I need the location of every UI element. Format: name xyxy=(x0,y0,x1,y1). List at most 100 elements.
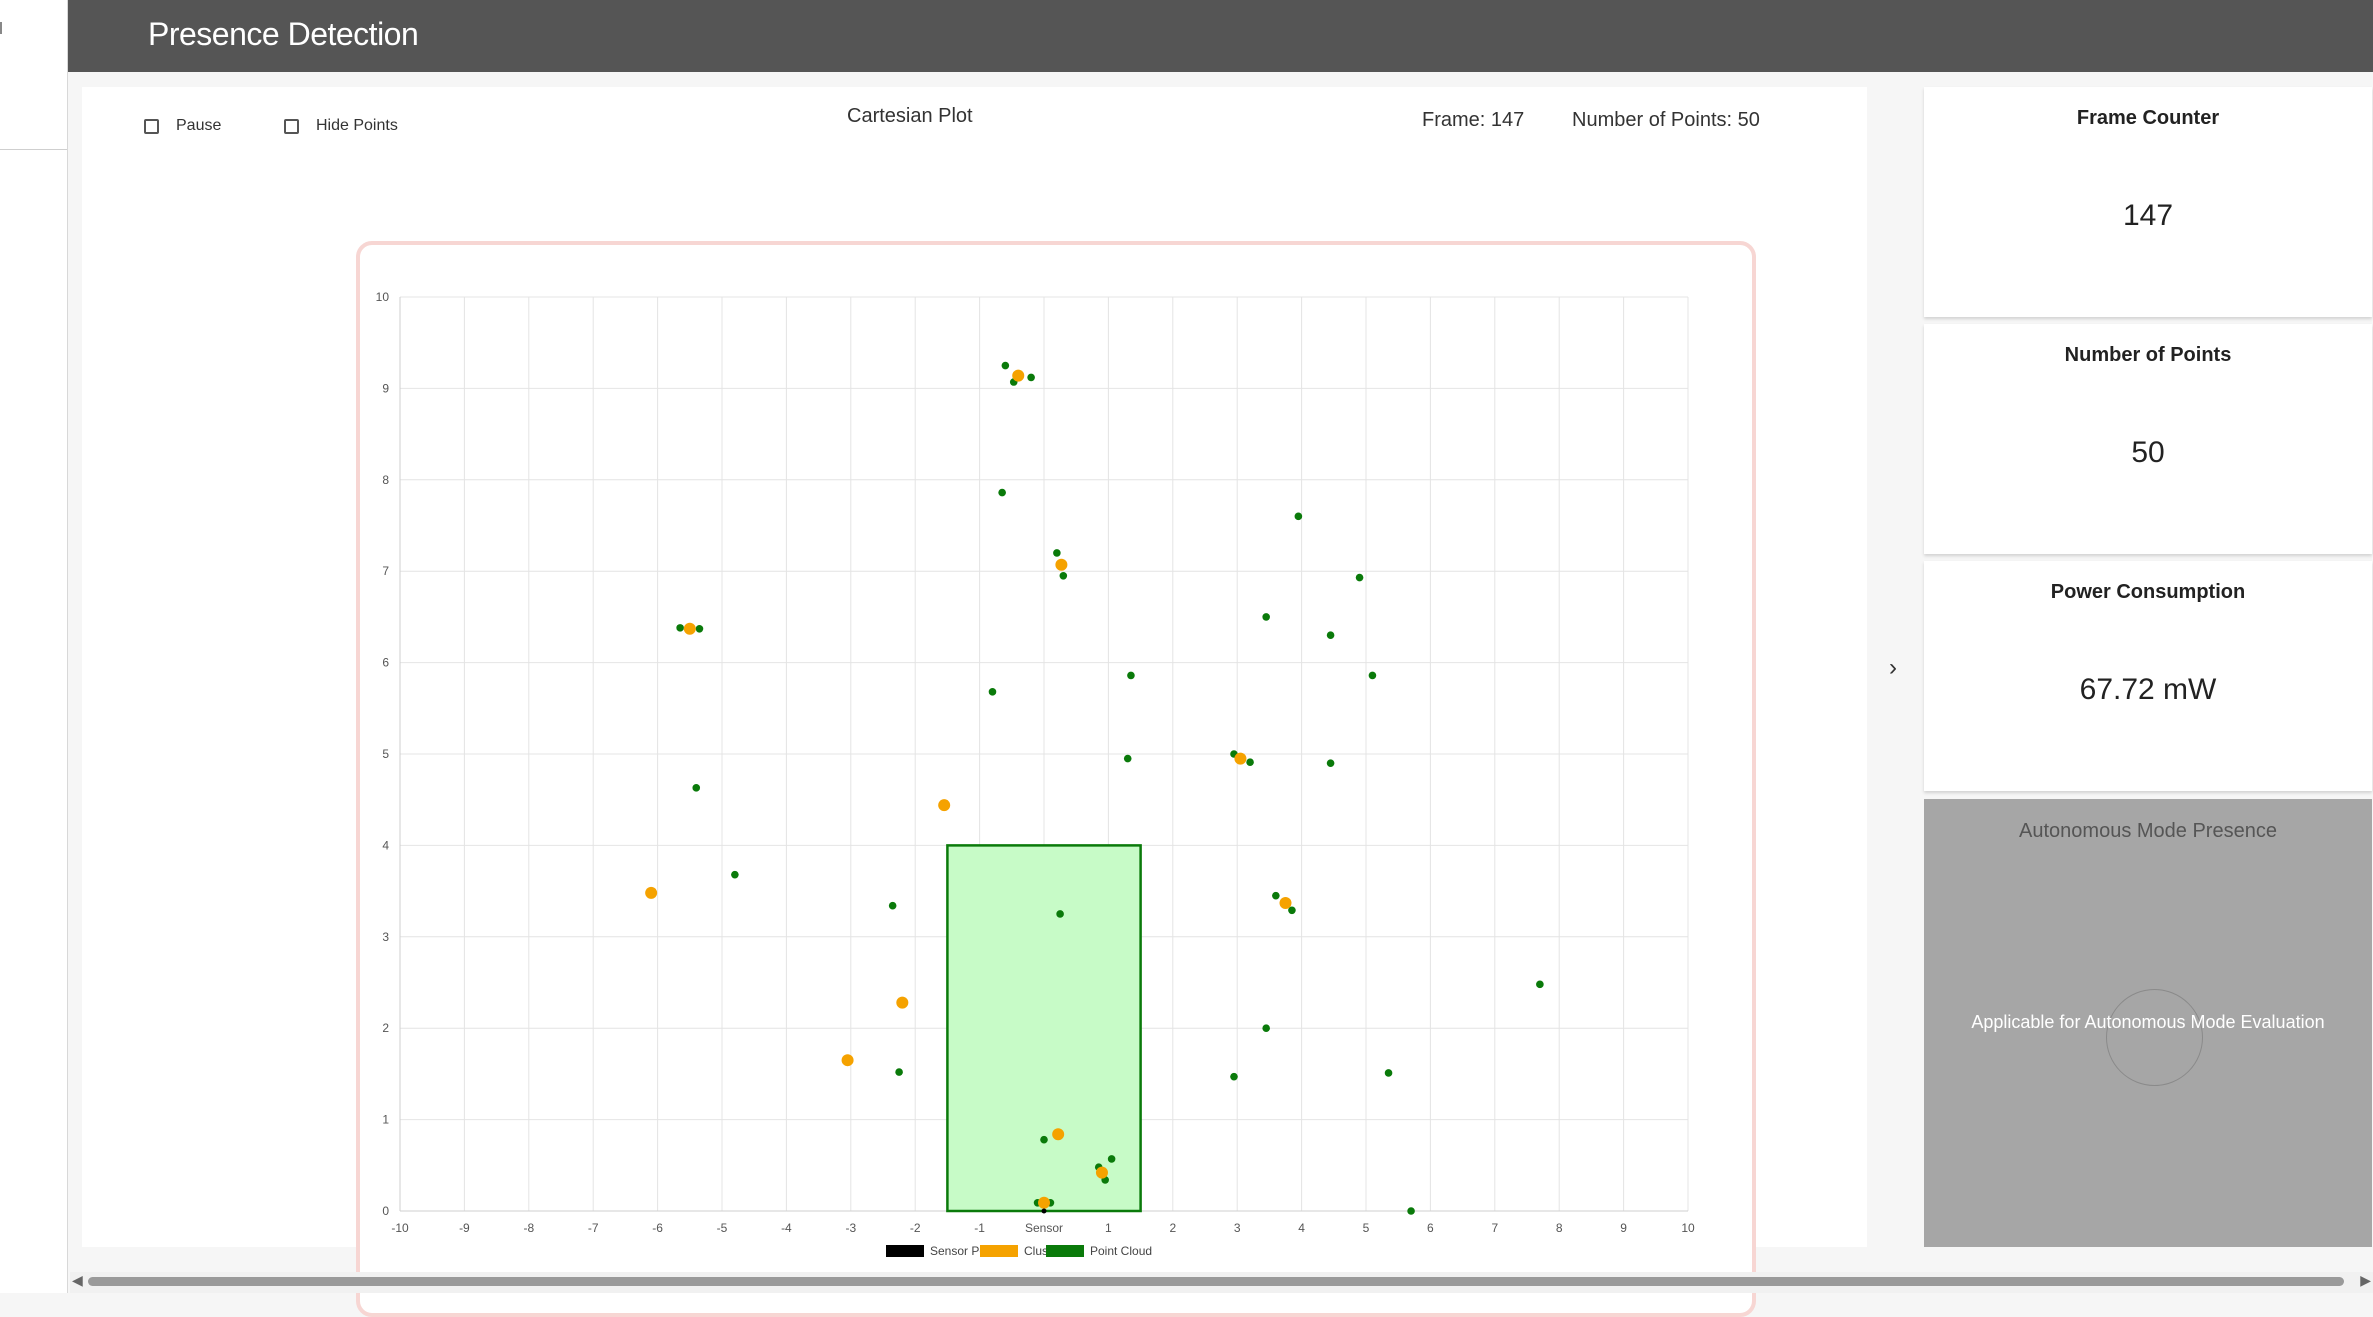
point-cloud-dot xyxy=(888,901,897,910)
y-tick-label: 7 xyxy=(382,564,389,578)
point-cloud-dot xyxy=(1262,613,1270,621)
point-cloud-dot xyxy=(1262,1024,1270,1032)
y-tick-label: 0 xyxy=(382,1204,389,1218)
y-tick-label: 8 xyxy=(382,473,389,487)
app-bar: Presence Detection xyxy=(68,0,2373,72)
point-cloud-dot xyxy=(1326,631,1335,639)
chevron-right-icon[interactable]: › xyxy=(1889,654,1897,682)
x-tick-label: 5 xyxy=(1363,1221,1370,1235)
x-tick-label: -3 xyxy=(845,1221,856,1235)
autonomous-mode-title: Autonomous Mode Presence xyxy=(2019,820,2277,842)
point-cloud-dot xyxy=(1326,759,1335,767)
point-cloud-dot xyxy=(731,870,739,879)
point-cloud-dot xyxy=(695,624,704,633)
point-cloud-dot xyxy=(1384,1069,1393,1077)
x-tick-label: -2 xyxy=(910,1221,921,1235)
nav-marker xyxy=(0,22,2,34)
y-tick-label: 9 xyxy=(382,381,389,395)
x-tick-label: 8 xyxy=(1556,1221,1563,1235)
frame-counter-title: Frame Counter xyxy=(2076,107,2220,129)
plot-title: Cartesian Plot xyxy=(847,105,973,127)
point-cloud-dot xyxy=(676,624,684,632)
cluster-dot xyxy=(1279,896,1292,909)
point-cloud-dot xyxy=(1001,361,1010,370)
point-cloud-dot xyxy=(1246,758,1254,767)
app-title: Presence Detection xyxy=(148,16,419,52)
horizontal-scrollbar[interactable]: ◀ ▶ xyxy=(70,1272,2373,1293)
point-cloud-dot xyxy=(895,1068,903,1076)
cluster-dot xyxy=(938,799,951,812)
x-tick-label: -8 xyxy=(523,1221,534,1235)
x-tick-label: 2 xyxy=(1169,1221,1176,1235)
pause-label: Pause xyxy=(176,117,222,134)
point-cloud-dot xyxy=(988,688,997,696)
pause-control[interactable]: Pause xyxy=(144,117,221,135)
legend-swatch xyxy=(886,1245,924,1257)
hide-points-control[interactable]: Hide Points xyxy=(284,117,398,135)
number-of-points-card: Number of Points 50 xyxy=(1924,324,2372,554)
cluster-dot xyxy=(683,622,696,635)
cluster-dot xyxy=(1234,752,1247,765)
number-of-points-title: Number of Points xyxy=(2064,344,2232,366)
point-cloud-dot xyxy=(1355,573,1364,582)
scroll-right-icon[interactable]: ▶ xyxy=(2360,1272,2371,1289)
frame-counter-value: 147 xyxy=(2122,199,2174,232)
legend-swatch xyxy=(1046,1245,1084,1257)
scroll-left-icon[interactable]: ◀ xyxy=(72,1272,83,1289)
hide-points-label: Hide Points xyxy=(316,117,398,134)
point-cloud-dot xyxy=(1053,549,1061,557)
point-cloud-dot xyxy=(1127,671,1135,680)
point-cloud-dot xyxy=(1230,1072,1238,1081)
power-consumption-card: Power Consumption 67.72 mW xyxy=(1924,561,2372,791)
cluster-dot xyxy=(645,886,658,899)
frame-info: Frame: 147 xyxy=(1422,109,1525,131)
y-tick-label: 3 xyxy=(382,930,389,944)
x-tick-label: -9 xyxy=(459,1221,470,1235)
pause-checkbox[interactable] xyxy=(144,118,159,134)
sensor-position-marker xyxy=(1041,1208,1047,1214)
y-tick-label: 2 xyxy=(382,1021,389,1035)
point-cloud-dot xyxy=(692,784,701,792)
cluster-dot xyxy=(1038,1196,1050,1209)
point-cloud-dot xyxy=(1059,571,1068,580)
x-tick-label: -1 xyxy=(974,1221,985,1235)
cluster-dot xyxy=(1055,558,1068,571)
y-tick-label: 6 xyxy=(382,656,389,670)
hide-points-checkbox[interactable] xyxy=(284,118,299,134)
legend-label: Point Cloud xyxy=(1090,1244,1152,1258)
point-cloud-dot xyxy=(1027,373,1035,382)
point-cloud-dot xyxy=(1407,1207,1415,1215)
y-tick-label: 1 xyxy=(382,1113,389,1127)
autonomous-mode-text: Applicable for Autonomous Mode Evaluatio… xyxy=(1971,1012,2325,1032)
cartesian-plot: -10 -9 -8 -7 -6 -5 -4 -3 -2 -1 Sensor 1 2 3 4 5 6 7 8 9 10 0 1… xyxy=(376,290,1695,1258)
point-cloud-dot xyxy=(998,488,1006,497)
scrollbar-thumb[interactable] xyxy=(88,1277,2344,1286)
x-tick-label: -4 xyxy=(781,1221,792,1235)
x-tick-label: 9 xyxy=(1620,1221,1627,1235)
point-cloud-dot xyxy=(1107,1155,1116,1163)
point-cloud-dot xyxy=(1272,891,1280,900)
x-tick-label: -5 xyxy=(717,1221,728,1235)
power-consumption-title: Power Consumption xyxy=(2050,581,2246,603)
point-cloud-dot xyxy=(1056,910,1064,918)
y-tick-label: 5 xyxy=(382,747,389,761)
point-cloud-dot xyxy=(1536,980,1544,989)
x-tick-label: 3 xyxy=(1234,1221,1241,1235)
x-tick-label: Sensor xyxy=(1025,1221,1063,1235)
y-tick-label: 10 xyxy=(376,290,390,304)
x-tick-label: -6 xyxy=(652,1221,663,1235)
cartesian-plot-frame: -10 -9 -8 -7 -6 -5 -4 -3 -2 -1 Sensor 1 2 3 4 5 6 7 8 9 10 0 1… xyxy=(356,241,1756,1317)
x-tick-label: -7 xyxy=(588,1221,599,1235)
x-tick-label: 7 xyxy=(1491,1221,1498,1235)
power-consumption-value: 67.72 mW xyxy=(2079,673,2217,706)
cluster-dot xyxy=(896,996,909,1009)
x-tick-label: 10 xyxy=(1681,1221,1695,1235)
point-cloud-dot xyxy=(1294,512,1303,521)
frame-counter-card: Frame Counter 147 xyxy=(1924,87,2372,317)
x-tick-label: 4 xyxy=(1298,1221,1305,1235)
x-tick-label: 1 xyxy=(1105,1221,1112,1235)
plot-card: Pause Hide Points Cartesian Plot Frame: … xyxy=(82,87,1867,1317)
presence-indicator-circle xyxy=(2106,989,2203,1086)
cluster-dot xyxy=(1052,1128,1065,1141)
x-tick-label: -10 xyxy=(391,1221,409,1235)
